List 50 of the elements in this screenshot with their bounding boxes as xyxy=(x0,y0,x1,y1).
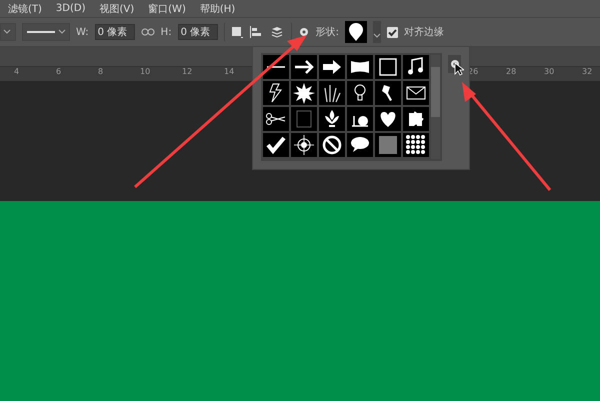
banner-icon[interactable] xyxy=(347,55,373,79)
ruler-label: 6 xyxy=(56,67,62,78)
ruler-label: 12 xyxy=(182,67,194,78)
shape-preview-button[interactable] xyxy=(344,21,367,43)
check-mark-icon[interactable] xyxy=(263,133,289,157)
square-icon[interactable] xyxy=(230,26,243,38)
envelope-icon[interactable] xyxy=(403,81,429,105)
prohibited-sign-icon[interactable] xyxy=(319,133,345,157)
link-icon[interactable] xyxy=(140,28,155,36)
lightning-icon[interactable] xyxy=(263,81,289,105)
settings-icon[interactable] xyxy=(298,26,310,38)
height-field[interactable]: 0 像素 xyxy=(178,24,218,40)
caret-icon xyxy=(372,33,381,39)
stroke-type-dropdown[interactable] xyxy=(22,23,70,41)
puzzle-piece-icon[interactable] xyxy=(403,107,429,131)
ruler-label: 32 xyxy=(582,67,594,78)
menu-item[interactable]: 帮助(H) xyxy=(200,2,236,16)
dots-grid-icon[interactable] xyxy=(403,133,429,157)
target-icon[interactable] xyxy=(291,133,317,157)
menu-item[interactable]: 3D(D) xyxy=(56,3,86,14)
width-label: W: xyxy=(76,26,89,38)
light-bulb-icon[interactable] xyxy=(347,81,373,105)
mouse-cursor-icon xyxy=(454,62,464,76)
align-edges-label: 对齐边缘 xyxy=(404,26,444,39)
starburst-icon[interactable] xyxy=(291,81,317,105)
align-icon[interactable] xyxy=(248,25,263,39)
shape-label: 形状: xyxy=(316,26,339,39)
menu-item[interactable]: 视图(V) xyxy=(100,2,134,16)
music-note-icon[interactable] xyxy=(403,55,429,79)
grass-icon[interactable] xyxy=(319,81,345,105)
align-edges-checkbox[interactable] xyxy=(386,26,398,38)
ruler-label: 30 xyxy=(544,67,556,78)
menu-item[interactable]: 窗口(W) xyxy=(148,2,186,16)
line-icon xyxy=(25,28,67,36)
height-label: H: xyxy=(160,26,172,38)
speech-bubble-icon[interactable] xyxy=(347,133,373,157)
caret-icon xyxy=(3,29,11,35)
ruler-label: 28 xyxy=(506,67,518,78)
frame-icon[interactable] xyxy=(375,55,401,79)
menu-item[interactable]: 滤镜(T) xyxy=(8,2,42,16)
ruler-label: 4 xyxy=(14,67,20,78)
scissors-icon[interactable] xyxy=(263,107,289,131)
dropdown[interactable] xyxy=(0,23,16,41)
shape-dropdown[interactable] xyxy=(372,21,381,43)
ruler-label: 14 xyxy=(224,67,236,78)
ruler-label: 10 xyxy=(140,67,152,78)
ruler-label: 8 xyxy=(98,67,104,78)
pin-shape-icon xyxy=(348,22,364,42)
scrollbar[interactable] xyxy=(431,55,440,159)
width-field[interactable]: 0 像素 xyxy=(94,24,135,40)
